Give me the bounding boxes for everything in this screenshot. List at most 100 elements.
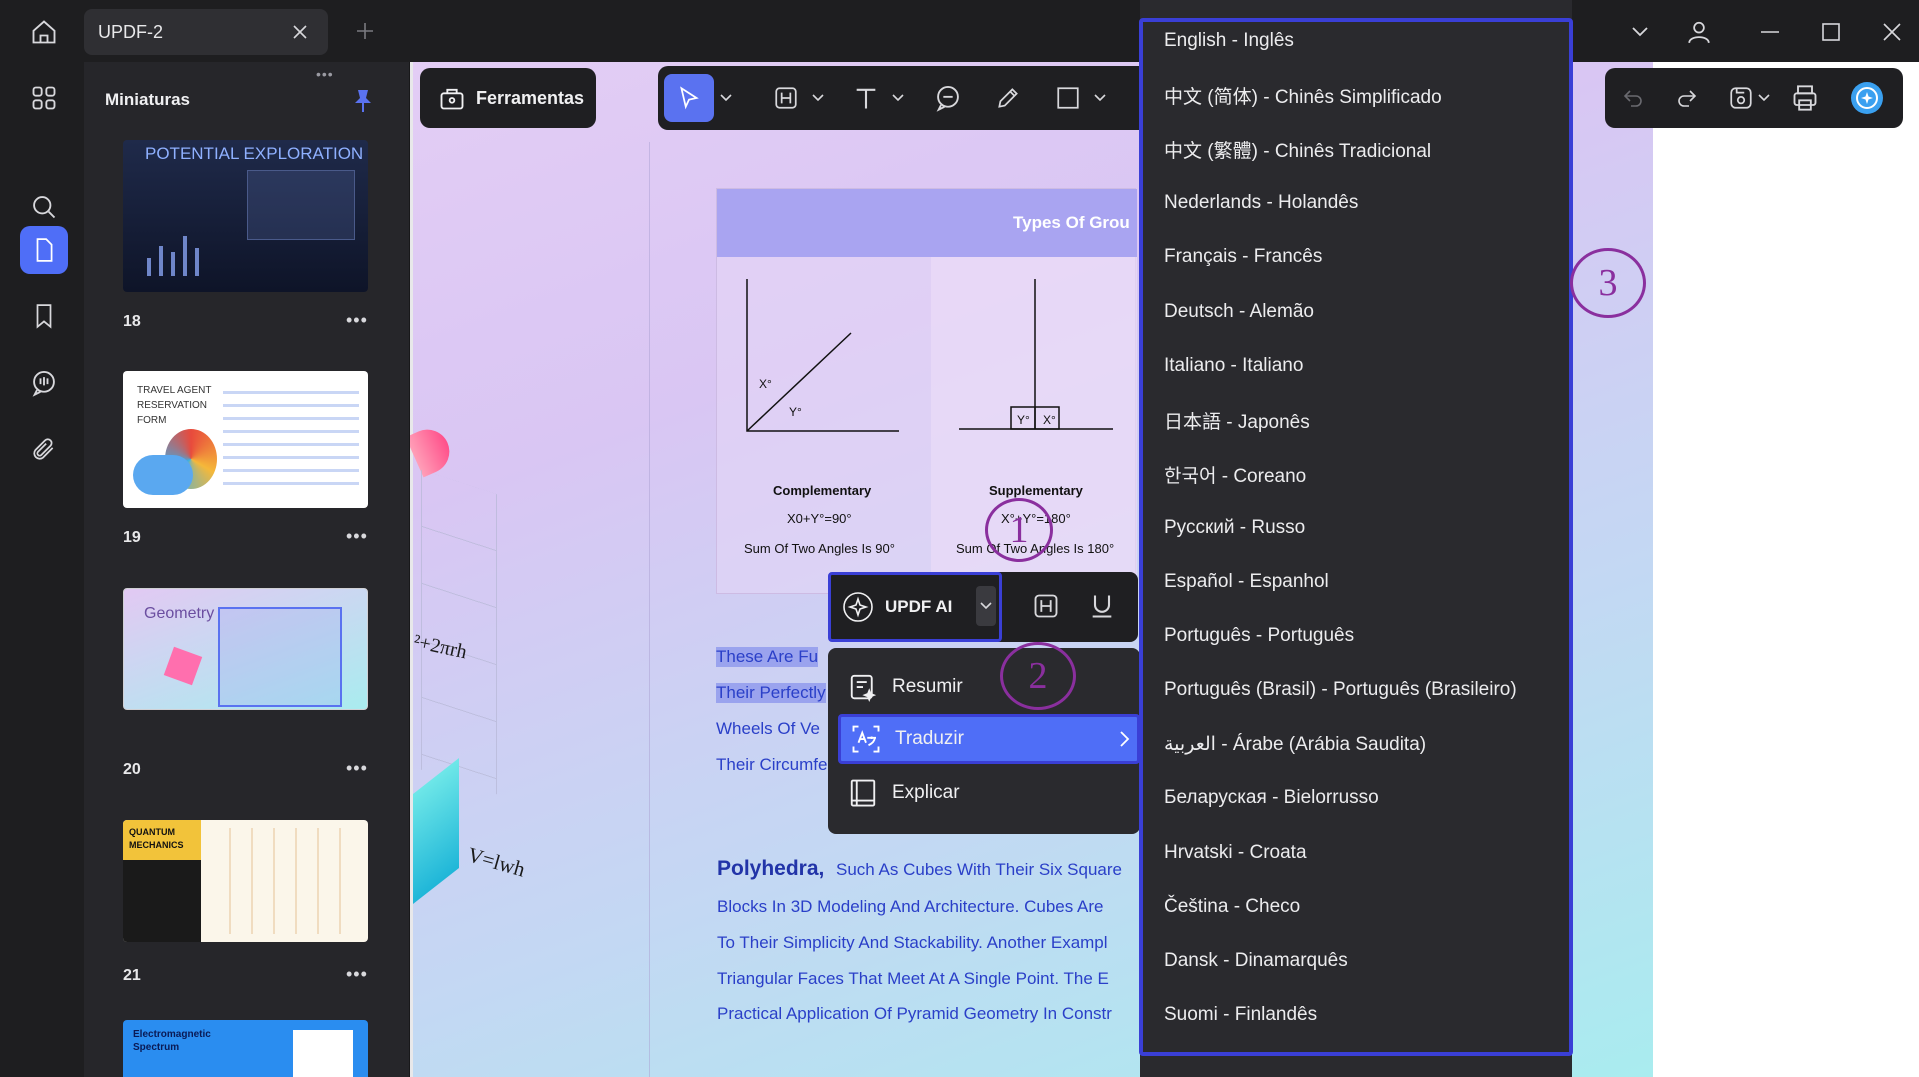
language-option[interactable]: Suomi - Finlandês	[1164, 997, 1317, 1033]
complementary-formula: X0+Y°=90°	[787, 511, 852, 526]
attachments-button[interactable]	[20, 425, 68, 473]
underline-selection-button[interactable]	[1084, 588, 1120, 624]
toolbox-icon	[440, 88, 464, 110]
maximize-button[interactable]	[1811, 12, 1851, 52]
angle-types-figure: Types Of Grou X° Y° Y° X° Complementary …	[716, 188, 1137, 595]
y-angle-label: Y°	[789, 405, 802, 419]
chevron-down-icon	[720, 94, 732, 102]
undo-icon	[1623, 90, 1642, 107]
page-thumbnail-19[interactable]: TRAVEL AGENT RESERVATION FORM	[123, 371, 368, 508]
shape-tool-button[interactable]	[1046, 74, 1090, 122]
pencil-tool-button[interactable]	[986, 74, 1030, 122]
tabs-dropdown-button[interactable]	[1620, 12, 1660, 52]
close-icon	[1883, 23, 1901, 41]
chevron-down-icon	[1094, 94, 1106, 102]
comment-icon	[32, 370, 55, 397]
page-thumbnail-21[interactable]: QUANTUM MECHANICS	[123, 820, 368, 942]
thumbnails-button[interactable]	[20, 226, 68, 274]
highlight-tool-button[interactable]	[764, 74, 808, 122]
document-tab[interactable]: UPDF-2	[84, 9, 328, 55]
menu-item-label: Resumir	[892, 676, 963, 697]
thumbnail-table	[247, 170, 355, 240]
thumbnail-dark-block	[123, 860, 201, 942]
text-line: Triangular Faces That Meet At A Single P…	[717, 969, 1109, 988]
page-number: 18	[123, 313, 141, 330]
language-option[interactable]: العربية - Árabe (Arábia Saudita)	[1164, 726, 1426, 762]
plus-icon	[357, 23, 373, 39]
thumbnail-heading: Geometry	[144, 605, 215, 622]
updf-ai-dropdown[interactable]	[976, 586, 996, 626]
language-option[interactable]: Русский - Russo	[1164, 510, 1305, 546]
y-angle-label: Y°	[1017, 413, 1030, 427]
thumbnail-heading: Electromagnetic Spectrum	[133, 1029, 211, 1053]
bookmark-icon	[36, 304, 52, 329]
page-more-button[interactable]: •••	[346, 758, 368, 779]
minimize-button[interactable]	[1750, 12, 1790, 52]
language-option[interactable]: 中文 (繁體) - Chinês Tradicional	[1164, 131, 1431, 167]
menu-item-label: Explicar	[892, 782, 960, 803]
highlight-selection-button[interactable]	[1028, 588, 1064, 624]
tools-button[interactable]: Ferramentas	[420, 68, 596, 128]
menu-item-explain[interactable]: Explicar	[838, 768, 1140, 818]
print-button[interactable]	[1785, 78, 1825, 118]
selected-text-line[interactable]: These Are Fu	[716, 647, 819, 667]
chevron-right-icon	[1120, 731, 1130, 747]
panel-resize-grip[interactable]: •••	[316, 66, 334, 82]
close-window-button[interactable]	[1872, 12, 1912, 52]
thumbnail-graphs	[209, 828, 359, 934]
language-option[interactable]: English - Inglês	[1164, 23, 1294, 59]
comment-tool-button[interactable]	[926, 74, 970, 122]
language-option[interactable]: Français - Francês	[1164, 239, 1322, 275]
page-more-button[interactable]: •••	[346, 310, 368, 331]
new-tab-button[interactable]	[350, 16, 380, 46]
square-icon	[1057, 87, 1079, 109]
language-option[interactable]: 日本語 - Japonês	[1164, 402, 1310, 438]
complementary-label: Complementary	[773, 483, 872, 498]
book-icon	[850, 779, 876, 807]
page-thumbnail-18[interactable]: POTENTIAL EXPLORATION	[123, 140, 368, 292]
page-more-button[interactable]: •••	[346, 526, 368, 547]
undo-button[interactable]	[1613, 78, 1653, 118]
language-option[interactable]: Deutsch - Alemão	[1164, 294, 1314, 330]
apps-button[interactable]	[20, 74, 68, 122]
shape-tool-dropdown[interactable]	[1090, 74, 1110, 122]
text-tool-button[interactable]	[844, 74, 888, 122]
language-option[interactable]: 한국어 - Coreano	[1164, 456, 1306, 492]
text-tool-dropdown[interactable]	[888, 74, 908, 122]
page-thumbnail-20[interactable]: Geometry	[123, 588, 368, 710]
language-option[interactable]: Português (Brasil) - Português (Brasilei…	[1164, 672, 1517, 708]
step-marker-3: 3	[1570, 248, 1646, 318]
language-option[interactable]: Italiano - Italiano	[1164, 348, 1303, 384]
language-option[interactable]: Português - Português	[1164, 618, 1354, 654]
language-option[interactable]: Čeština - Checo	[1164, 889, 1300, 925]
page-thumbnail-22[interactable]: Electromagnetic Spectrum	[123, 1020, 368, 1077]
save-dropdown[interactable]	[1753, 78, 1775, 118]
updf-ai-button[interactable]	[1847, 78, 1887, 118]
language-option[interactable]: Dansk - Dinamarquês	[1164, 943, 1348, 979]
search-button[interactable]	[20, 183, 68, 231]
highlight-tool-dropdown[interactable]	[808, 74, 828, 122]
redo-button[interactable]	[1667, 78, 1707, 118]
menu-item-summarize[interactable]: Resumir	[838, 662, 1140, 712]
selected-text-line[interactable]: Their Perfectly	[716, 683, 826, 703]
language-option[interactable]: Беларуская - Bielorrusso	[1164, 780, 1379, 816]
pin-panel-button[interactable]	[348, 86, 378, 116]
page-more-button[interactable]: •••	[346, 964, 368, 985]
tab-close-button[interactable]	[286, 18, 314, 46]
comment-icon	[936, 85, 959, 112]
language-option[interactable]: Hrvatski - Croata	[1164, 835, 1307, 871]
account-button[interactable]	[1679, 12, 1719, 52]
language-option[interactable]: Español - Espanhol	[1164, 564, 1329, 600]
bookmarks-button[interactable]	[20, 292, 68, 340]
language-option[interactable]: Nederlands - Holandês	[1164, 185, 1358, 221]
thumbnail-heading: TRAVEL AGENT RESERVATION FORM	[137, 385, 212, 426]
home-button[interactable]	[22, 14, 66, 50]
comments-button[interactable]	[20, 359, 68, 407]
select-tool-button[interactable]	[664, 74, 714, 122]
language-option[interactable]: 中文 (简体) - Chinês Simplificado	[1164, 77, 1442, 113]
thumbnail-heading: QUANTUM MECHANICS	[129, 827, 184, 850]
paperclip-icon	[33, 438, 54, 460]
select-tool-dropdown[interactable]	[716, 74, 736, 122]
left-tool-rail	[0, 62, 84, 1077]
menu-item-translate[interactable]: Traduzir	[838, 714, 1140, 764]
